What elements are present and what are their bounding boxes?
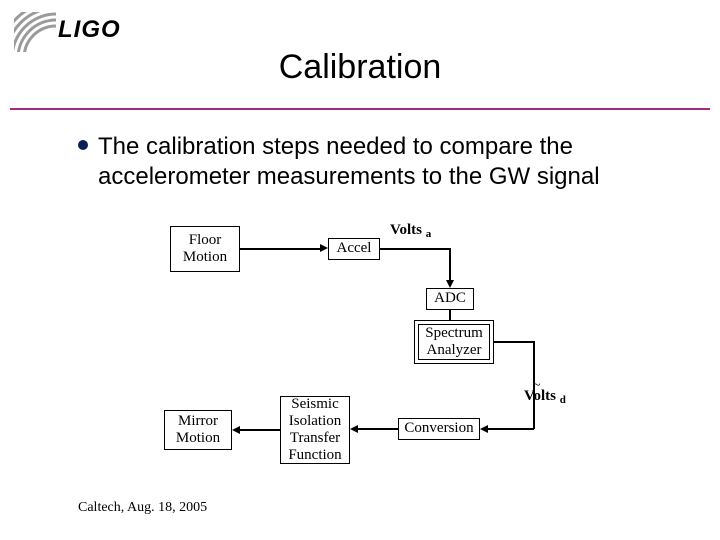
volts-a-text: Volts xyxy=(390,222,422,238)
box-spec-l1: Spectrum xyxy=(425,325,483,342)
arrow-seis-mirror xyxy=(232,426,240,434)
arrow-to-conv xyxy=(480,425,488,433)
box-mirror-l1: Mirror xyxy=(178,413,218,430)
box-seis-l3: Transfer xyxy=(290,430,340,447)
volts-d-text: Volts xyxy=(524,388,556,404)
conn-seis-mirror xyxy=(240,429,280,431)
box-mirror-motion: Mirror Motion xyxy=(164,410,232,450)
box-adc: ADC xyxy=(426,288,474,310)
box-accel: Accel xyxy=(328,238,380,260)
box-floor-motion: Floor Motion xyxy=(170,226,240,272)
conn-down-to-adc xyxy=(449,248,451,282)
box-accel-l: Accel xyxy=(337,240,372,257)
box-seis-l1: Seismic xyxy=(291,396,339,413)
arrow-floor-accel xyxy=(320,244,328,252)
box-mirror-l2: Motion xyxy=(176,430,220,447)
conn-to-conv xyxy=(488,428,534,430)
box-spec-l2: Analyzer xyxy=(427,342,482,359)
box-seis-l4: Function xyxy=(288,447,341,464)
ligo-logo: LIGO xyxy=(14,12,134,52)
box-floor-l2: Motion xyxy=(183,249,227,266)
label-volts-d: Volts d xyxy=(524,388,566,406)
conn-accel-right xyxy=(380,248,450,250)
title-rule xyxy=(10,108,710,110)
box-seis-l2: Isolation xyxy=(289,413,342,430)
page-title: Calibration xyxy=(0,48,720,87)
box-conv-l: Conversion xyxy=(404,420,473,437)
conn-spec-right xyxy=(494,341,534,343)
box-floor-l1: Floor xyxy=(189,232,222,249)
conn-conv-seis xyxy=(358,428,398,430)
body-text: The calibration steps needed to compare … xyxy=(98,132,680,192)
box-conversion: Conversion xyxy=(398,418,480,440)
box-seismic: Seismic Isolation Transfer Function xyxy=(280,396,350,464)
conn-adc-spec xyxy=(449,310,451,320)
tilde-icon: ~ xyxy=(533,378,541,394)
conn-spec-down xyxy=(533,341,535,429)
arrow-to-adc xyxy=(446,280,454,288)
footer-text: Caltech, Aug. 18, 2005 xyxy=(78,500,207,516)
label-volts-a: Volts a xyxy=(390,222,431,240)
bullet-icon xyxy=(78,140,88,150)
arrow-conv-seis xyxy=(350,425,358,433)
volts-d-sub: d xyxy=(560,394,566,406)
logo-text: LIGO xyxy=(58,16,121,44)
box-spectrum-outer xyxy=(414,320,494,364)
box-spectrum-analyzer: Spectrum Analyzer xyxy=(418,324,490,360)
volts-a-sub: a xyxy=(426,228,432,240)
conn-floor-accel xyxy=(240,248,320,250)
ligo-arcs-icon xyxy=(14,12,64,52)
box-adc-l: ADC xyxy=(434,290,466,307)
